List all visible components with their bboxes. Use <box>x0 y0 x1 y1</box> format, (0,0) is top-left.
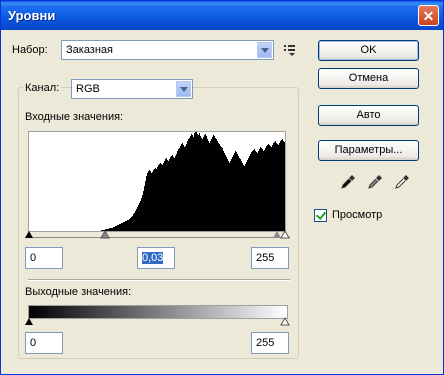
histogram <box>28 131 286 232</box>
input-white-field[interactable]: 255 <box>251 247 289 269</box>
auto-button[interactable]: Авто <box>318 105 419 126</box>
options-button[interactable]: Параметры... <box>318 140 419 161</box>
gray-eyedropper-icon[interactable] <box>367 174 383 190</box>
input-black-field[interactable]: 0 <box>25 247 63 269</box>
preset-value: Заказная <box>66 44 114 56</box>
white-eyedropper-icon[interactable] <box>394 174 410 190</box>
preset-label: Набор: <box>12 44 48 56</box>
cancel-button[interactable]: Отмена <box>318 68 419 89</box>
output-levels-label: Выходные значения: <box>25 286 132 298</box>
preset-select[interactable]: Заказная <box>61 40 274 60</box>
title-bar[interactable]: Уровни ✕ <box>1 1 443 30</box>
preset-options-icon[interactable] <box>283 44 297 56</box>
preview-checkbox[interactable] <box>314 209 327 222</box>
channel-select[interactable]: RGB <box>71 79 193 99</box>
channel-value: RGB <box>76 83 100 95</box>
output-gradient <box>28 305 288 319</box>
output-white-slider[interactable] <box>280 317 290 326</box>
input-gamma-slider[interactable] <box>100 230 110 239</box>
output-white-field[interactable]: 255 <box>251 332 289 354</box>
separator <box>28 279 290 281</box>
black-eyedropper-icon[interactable] <box>340 174 356 190</box>
chevron-down-icon[interactable] <box>176 81 191 97</box>
chevron-down-icon[interactable] <box>257 42 272 58</box>
input-gamma-field[interactable]: 0,03 <box>137 247 175 269</box>
output-black-field[interactable]: 0 <box>25 332 63 354</box>
output-black-slider[interactable] <box>24 317 34 326</box>
input-gamma-value: 0,03 <box>142 252 164 264</box>
channel-label: Канал: <box>23 82 62 94</box>
window-title: Уровни <box>8 8 56 23</box>
histogram-shape <box>29 132 285 231</box>
input-levels-label: Входные значения: <box>25 111 124 123</box>
ok-button[interactable]: OK <box>318 40 419 61</box>
input-white-slider[interactable] <box>272 230 291 239</box>
input-black-slider[interactable] <box>24 230 34 239</box>
preview-label: Просмотр <box>332 209 383 221</box>
levels-dialog: Уровни ✕ Набор: Заказная OK Отмена Авто … <box>0 0 444 375</box>
close-button[interactable]: ✕ <box>418 5 439 26</box>
input-slider-track <box>28 237 290 238</box>
